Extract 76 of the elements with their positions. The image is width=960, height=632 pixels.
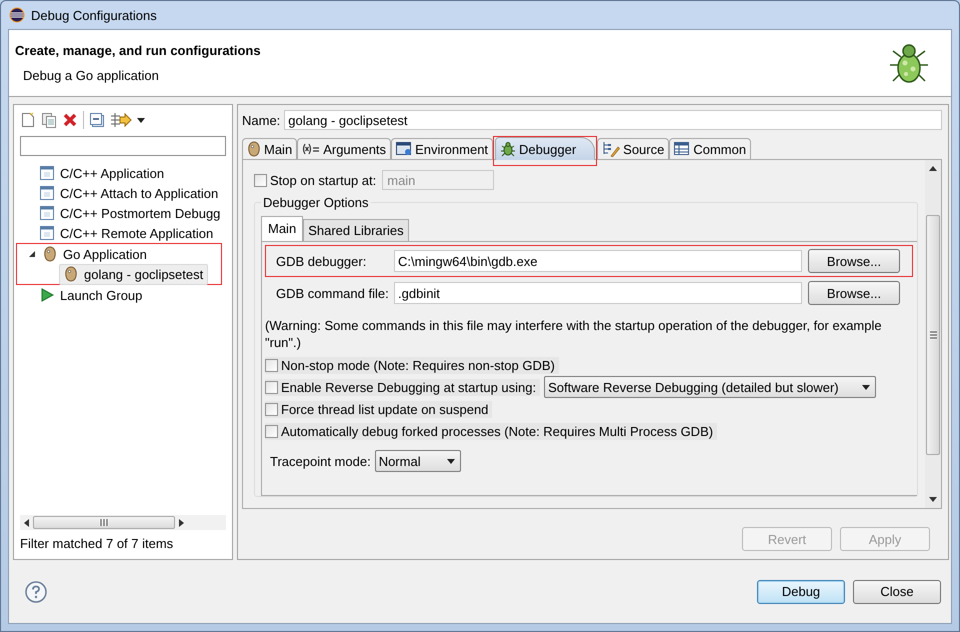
field-label: GDB debugger: <box>276 254 368 268</box>
browse-button[interactable]: Browse... <box>808 249 900 273</box>
tab[interactable]: Source <box>597 138 670 159</box>
path-field[interactable]: .gdbinit <box>394 282 802 304</box>
tab[interactable]: Shared Libraries <box>303 219 409 241</box>
tab[interactable]: Environment <box>391 138 494 159</box>
new-file-icon <box>20 112 36 128</box>
group-title: Debugger Options <box>261 195 371 210</box>
dropdown-arrow-icon <box>137 118 145 122</box>
c-file-icon <box>40 186 54 200</box>
checkbox[interactable] <box>265 358 278 372</box>
tab[interactable]: Main <box>242 138 298 159</box>
tree-item[interactable]: Go Application <box>39 244 151 264</box>
expanded-arrow-icon[interactable] <box>28 250 36 258</box>
grip-icon <box>100 519 108 526</box>
checkbox-label: Stop on startup at: <box>270 172 376 188</box>
filter-icon <box>110 112 132 128</box>
checkbox-label: Force thread list update on suspend <box>281 402 488 416</box>
tree-item[interactable]: Launch Group <box>36 286 146 304</box>
dialog-button[interactable]: Close <box>853 580 941 604</box>
tree-item[interactable]: C/C++ Remote Application <box>36 224 218 242</box>
left-arrow-icon <box>24 518 29 526</box>
tab[interactable]: Common <box>669 138 752 159</box>
c-file-icon <box>40 166 54 180</box>
table-icon <box>674 142 690 156</box>
vertical-scrollbar[interactable] <box>925 160 941 508</box>
window-icon <box>396 142 412 156</box>
tree-item[interactable]: golang - goclipsetest <box>59 264 208 284</box>
help-icon <box>25 580 47 602</box>
checkbox-label: Non-stop mode (Note: Requires non-stop GDB) <box>281 358 555 372</box>
filter-field[interactable] <box>20 136 226 156</box>
field-label: Tracepoint mode: <box>270 454 371 468</box>
source-icon <box>602 141 620 157</box>
up-arrow-icon <box>929 166 937 171</box>
down-arrow-icon <box>929 497 937 502</box>
checkbox[interactable] <box>265 380 278 394</box>
collapse-icon <box>89 112 105 128</box>
dialog-title: Create, manage, and run configurations <box>15 43 261 58</box>
filter-status: Filter matched 7 of 7 items <box>19 535 174 553</box>
checkbox[interactable] <box>265 424 278 438</box>
c-file-icon <box>40 206 54 220</box>
copy-icon <box>41 112 57 128</box>
gopher-icon <box>43 246 57 262</box>
tree-item[interactable]: C/C++ Application <box>36 164 168 182</box>
checkbox-label: Enable Reverse Debugging at startup using: <box>281 380 536 394</box>
tab[interactable]: Main <box>261 216 304 241</box>
dropdown[interactable]: Normal <box>374 450 461 472</box>
tree-item[interactable]: C/C++ Postmortem Debugg <box>36 204 224 222</box>
checkbox-label: Automatically debug forked processes (Note: Requires Multi Process GDB) <box>281 424 714 438</box>
grip-icon <box>930 331 936 339</box>
name-label: Name: <box>242 112 280 128</box>
tree-item[interactable]: C/C++ Attach to Application <box>36 184 222 202</box>
gopher-icon <box>64 266 78 282</box>
delete-icon <box>62 112 78 128</box>
dialog-subtitle: Debug a Go application <box>22 68 160 83</box>
play-icon <box>40 288 54 302</box>
dialog-button[interactable]: Debug <box>757 580 845 604</box>
browse-button[interactable]: Browse... <box>808 281 900 305</box>
warning-text: (Warning: Some commands in this file may interfere with the startup operation of the debugger, for example "run".) <box>265 317 883 352</box>
dropdown-arrow-icon <box>862 384 870 390</box>
dropdown[interactable]: Software Reverse Debugging (detailed but slower) <box>544 376 876 398</box>
eclipse-logo-icon <box>9 7 25 23</box>
dropdown-arrow-icon <box>446 458 455 464</box>
right-arrow-icon <box>179 518 184 526</box>
tab[interactable]: Debugger <box>495 137 596 160</box>
c-file-icon <box>40 226 54 240</box>
variable-icon <box>302 143 320 155</box>
checkbox[interactable] <box>265 402 278 416</box>
path-field[interactable]: C:\mingw64\bin\gdb.exe <box>394 250 802 272</box>
bug-icon <box>500 141 516 157</box>
horizontal-scrollbar[interactable] <box>20 515 226 530</box>
name-field[interactable]: golang - goclipsetest <box>284 110 942 130</box>
tab[interactable]: Arguments <box>297 138 392 159</box>
field-label: GDB command file: <box>276 286 390 300</box>
gopher-icon <box>247 141 261 157</box>
window-title: Debug Configurations <box>31 8 157 22</box>
